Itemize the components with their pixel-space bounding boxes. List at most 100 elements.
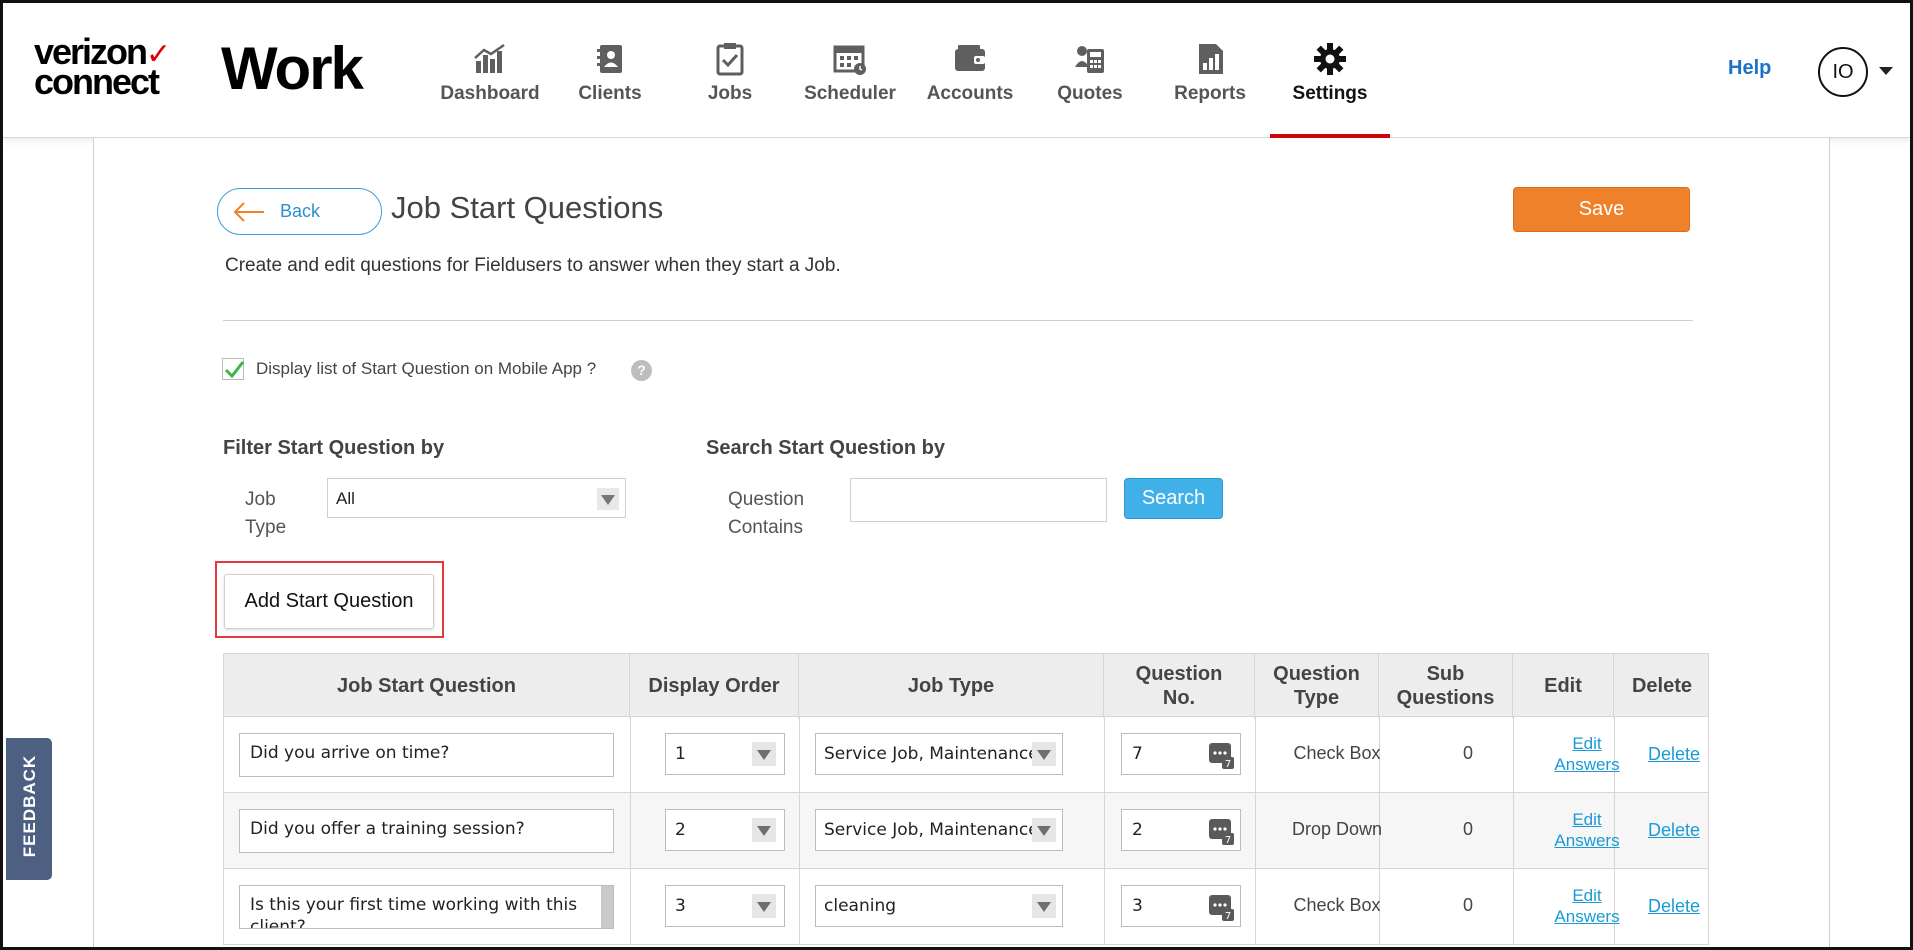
svg-text:7: 7: [1225, 911, 1231, 921]
nav-quotes[interactable]: Quotes: [1030, 3, 1150, 138]
col-header-question-type[interactable]: Question Type: [1255, 654, 1379, 718]
job-type-label-2: Type: [245, 517, 287, 538]
calendar-icon[interactable]: 7: [1208, 893, 1234, 921]
logo-text-connect: connect: [34, 61, 160, 102]
checkmark-icon: [224, 361, 245, 379]
nav-dashboard[interactable]: Dashboard: [430, 3, 550, 138]
question-type: Check Box: [1293, 895, 1381, 915]
nav-jobs-label: Jobs: [707, 83, 753, 104]
verizon-connect-logo[interactable]: verizon✓ connect: [34, 34, 184, 102]
search-heading: Search Start Question by: [706, 437, 945, 459]
gear-icon: [1314, 43, 1346, 75]
quotes-icon: [1075, 46, 1104, 73]
display-on-mobile-label: Display list of Start Question on Mobile…: [256, 359, 597, 378]
page-title: Job Start Questions: [391, 190, 664, 225]
display-order-select[interactable]: 2: [665, 809, 785, 851]
job-type-label-1: Job: [245, 489, 276, 510]
sub-question-count: 0: [1462, 895, 1473, 915]
question-search-input[interactable]: [850, 478, 1107, 522]
question-contains-label-2: Contains: [728, 517, 803, 538]
nav-settings[interactable]: Settings: [1270, 3, 1390, 138]
accounts-icon: [955, 45, 985, 71]
calendar-icon[interactable]: 7: [1208, 817, 1234, 845]
question-no-value: 7: [1132, 744, 1143, 764]
question-no-input[interactable]: 7 7: [1121, 733, 1241, 775]
job-type-value: Service Job, Maintenance Job: [824, 820, 1036, 840]
nav-settings-label: Settings: [1292, 83, 1368, 104]
avatar[interactable]: IO: [1818, 47, 1868, 97]
calendar-icon[interactable]: 7: [1208, 741, 1234, 769]
job-type-select[interactable]: Service Job, Maintenance Job: [815, 809, 1063, 851]
nav-jobs[interactable]: Jobs: [670, 3, 790, 138]
edit-answers-link[interactable]: Edit Answers: [1536, 809, 1638, 851]
help-circle-icon[interactable]: ?: [631, 360, 652, 381]
search-button[interactable]: Search: [1124, 478, 1223, 519]
top-header: verizon✓ connect Work Dashboard Clients: [3, 3, 1910, 138]
display-order-select[interactable]: 3: [665, 885, 785, 927]
question-contains-label-1: Question: [728, 489, 805, 510]
display-order-value: 1: [675, 744, 686, 764]
nav-reports-label: Reports: [1174, 83, 1246, 104]
nav-clients[interactable]: Clients: [550, 3, 670, 138]
chevron-down-icon[interactable]: [1879, 67, 1893, 75]
dropdown-arrow-icon: [1032, 894, 1056, 918]
help-link[interactable]: Help: [1728, 57, 1771, 80]
filter-heading: Filter Start Question by: [223, 437, 445, 459]
nav-accounts[interactable]: Accounts: [910, 3, 1030, 138]
job-type-filter-select[interactable]: All: [327, 478, 626, 518]
question-no-input[interactable]: 3 7: [1121, 885, 1241, 927]
question-type: Drop Down: [1291, 819, 1383, 839]
col-header-question-no[interactable]: Question No.: [1104, 654, 1255, 718]
scrollbar[interactable]: [601, 886, 613, 928]
back-button[interactable]: Back: [217, 188, 382, 235]
scheduler-icon: [833, 45, 866, 75]
save-button[interactable]: Save: [1513, 187, 1690, 232]
nav-scheduler-label: Scheduler: [804, 83, 896, 104]
table-row: Did you offer a training session? 2 Serv…: [223, 793, 1709, 869]
col-header-edit: Edit: [1513, 654, 1614, 718]
sub-question-count: 0: [1462, 743, 1473, 763]
question-text-input[interactable]: Did you arrive on time?: [239, 733, 614, 777]
reports-icon: [1199, 44, 1223, 74]
nav-reports[interactable]: Reports: [1150, 3, 1270, 138]
svg-text:7: 7: [1225, 759, 1231, 769]
feedback-tab[interactable]: FEEDBACK: [6, 738, 52, 880]
add-start-question-button[interactable]: Add Start Question: [224, 574, 434, 629]
display-on-mobile-checkbox[interactable]: [222, 358, 245, 380]
question-no-input[interactable]: 2 7: [1121, 809, 1241, 851]
job-type-select[interactable]: cleaning: [815, 885, 1063, 927]
col-header-display-order[interactable]: Display Order: [630, 654, 799, 718]
dashboard-icon: [474, 43, 505, 73]
question-type: Check Box: [1293, 743, 1381, 763]
table-row: Is this your first time working with thi…: [223, 869, 1709, 945]
edit-answers-link[interactable]: Edit Answers: [1536, 885, 1638, 927]
nav-quotes-label: Quotes: [1057, 83, 1123, 104]
job-type-value: cleaning: [824, 896, 897, 916]
delete-link[interactable]: Delete: [1638, 744, 1710, 765]
question-text-input[interactable]: Is this your first time working with thi…: [239, 885, 614, 929]
col-header-job-type[interactable]: Job Type: [799, 654, 1104, 718]
question-text-input[interactable]: Did you offer a training session?: [239, 809, 614, 853]
dropdown-arrow-icon: [1032, 742, 1056, 766]
job-type-select[interactable]: Service Job, Maintenance Job: [815, 733, 1063, 775]
delete-link[interactable]: Delete: [1638, 820, 1710, 841]
page-subtitle: Create and edit questions for Fieldusers…: [225, 255, 841, 276]
display-order-value: 3: [675, 896, 686, 916]
col-header-sub-questions[interactable]: Sub Questions: [1379, 654, 1513, 718]
back-button-label: Back: [280, 201, 321, 221]
edit-answers-link[interactable]: Edit Answers: [1536, 733, 1638, 775]
col-header-delete: Delete: [1631, 675, 1693, 697]
nav-scheduler[interactable]: Scheduler: [790, 3, 910, 138]
delete-link[interactable]: Delete: [1638, 896, 1710, 917]
dropdown-arrow-icon: [597, 488, 619, 510]
feedback-tab-label: FEEDBACK: [20, 754, 39, 858]
svg-text:7: 7: [1225, 835, 1231, 845]
display-order-select[interactable]: 1: [665, 733, 785, 775]
job-type-filter-value: All: [336, 489, 355, 508]
col-header-question[interactable]: Job Start Question: [224, 654, 630, 718]
dropdown-arrow-icon: [1032, 818, 1056, 842]
table-row: Did you arrive on time? 1 Service Job, M…: [223, 717, 1709, 793]
dropdown-arrow-icon: [752, 818, 776, 842]
dropdown-arrow-icon: [752, 742, 776, 766]
job-type-value: Service Job, Maintenance Job: [824, 744, 1036, 764]
